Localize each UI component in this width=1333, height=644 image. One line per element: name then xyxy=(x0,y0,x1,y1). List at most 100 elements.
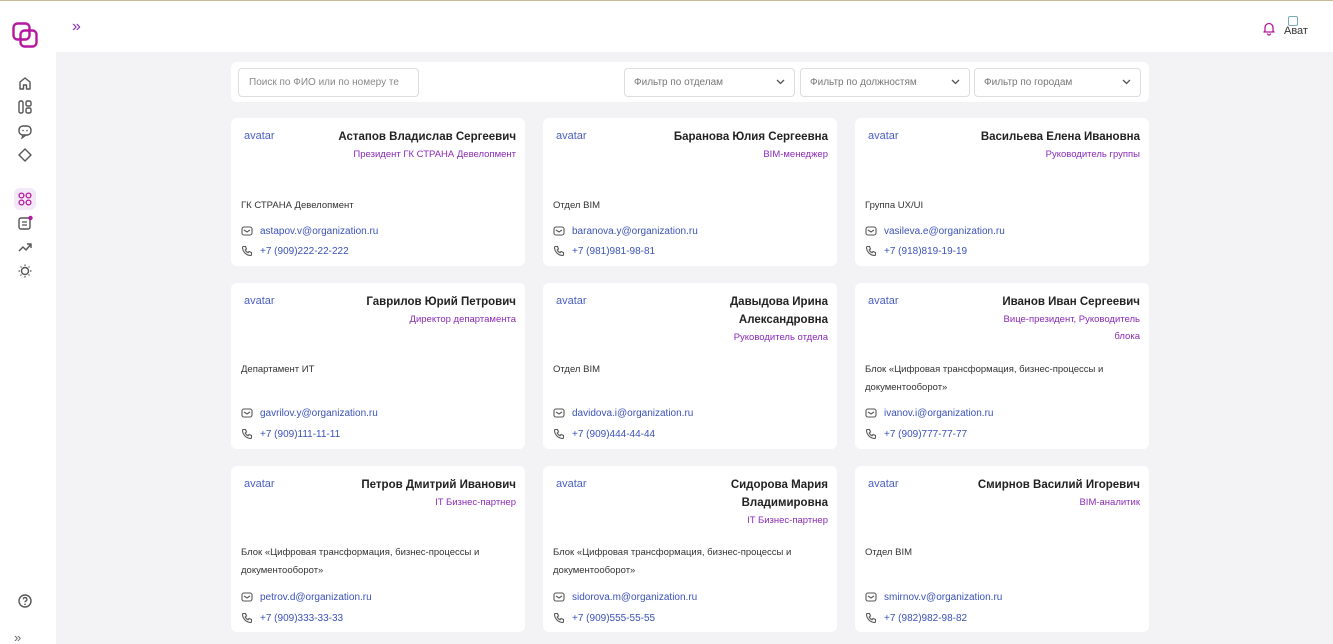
employee-position: BIM-аналитик xyxy=(940,494,1140,511)
employee-name[interactable]: Васильева Елена Ивановна xyxy=(940,128,1140,146)
employee-card[interactable]: avatar Сидорова Мария Владимировна IT Бизне… xyxy=(543,466,837,632)
employee-name-line: Владимировна xyxy=(741,497,828,509)
employee-name-line: Иванов Иван Сергеевич xyxy=(1002,296,1140,308)
chevron-down-icon xyxy=(1122,79,1131,85)
employee-card[interactable]: avatar Иванов Иван Сергеевич Вице-президен… xyxy=(855,283,1149,449)
position-filter-select[interactable]: Фильтр по должностям xyxy=(800,68,970,97)
help-button[interactable] xyxy=(14,590,36,612)
employee-card[interactable]: avatar Гаврилов Юрий Петрович Директор деп… xyxy=(231,283,525,449)
employee-name[interactable]: Петров Дмитрий Иванович xyxy=(316,476,516,494)
employee-position-line: BIM-менеджер xyxy=(763,149,828,160)
sidebar-item-documents[interactable] xyxy=(14,212,36,234)
logo-icon[interactable] xyxy=(12,22,38,48)
phone-icon xyxy=(553,428,565,440)
notifications-icon[interactable] xyxy=(1261,20,1277,36)
grid-icon xyxy=(18,192,32,206)
employee-department-line: Департамент ИТ xyxy=(241,364,315,375)
employee-department-line: Блок «Цифровая трансформация, бизнес-про… xyxy=(241,547,480,558)
sidebar-item-employees[interactable] xyxy=(14,188,36,210)
search-input[interactable] xyxy=(238,68,419,97)
phone-icon xyxy=(553,245,565,257)
employee-phone[interactable]: +7 (909)222-22-222 xyxy=(241,244,349,258)
employee-phone[interactable]: +7 (909)444-44-44 xyxy=(553,427,655,441)
employee-card[interactable]: avatar Смирнов Василий Игоревич BIM-аналит… xyxy=(855,466,1149,632)
employee-email[interactable]: gavrilov.y@organization.ru xyxy=(241,406,378,420)
sidebar-item-trends[interactable] xyxy=(14,236,36,258)
employee-position: BIM-менеджер xyxy=(628,146,828,163)
employee-name[interactable]: Давыдова Ирина Александровна xyxy=(628,293,828,329)
employee-phone-text: +7 (909)222-22-222 xyxy=(260,245,349,257)
avatar: avatar xyxy=(868,478,899,490)
email-icon xyxy=(865,408,877,418)
employee-name[interactable]: Смирнов Василий Игоревич xyxy=(940,476,1140,494)
sidebar-item-structure[interactable] xyxy=(14,96,36,118)
employee-email-text: sidorova.m@organization.ru xyxy=(572,591,698,603)
sidebar-item-ideas[interactable] xyxy=(14,260,36,282)
employee-card[interactable]: avatar Астапов Владислав Сергеевич Президе… xyxy=(231,118,525,266)
chevron-down-icon xyxy=(951,79,960,85)
employee-email[interactable]: ivanov.i@organization.ru xyxy=(865,406,993,420)
employee-department: Блок «Цифровая трансформация, бизнес-про… xyxy=(865,361,1145,397)
employee-card[interactable]: avatar Баранова Юлия Сергеевна BIM-менедже… xyxy=(543,118,837,266)
employee-department-line: ГК СТРАНА Девелопмент xyxy=(241,200,354,211)
employee-name[interactable]: Иванов Иван Сергеевич xyxy=(940,293,1140,311)
employee-email[interactable]: petrov.d@organization.ru xyxy=(241,590,372,604)
user-avatar-alt: Ават xyxy=(1284,25,1308,37)
employee-phone-text: +7 (982)982-98-82 xyxy=(884,612,968,624)
sidebar-item-home[interactable] xyxy=(14,72,36,94)
email-icon xyxy=(241,408,253,418)
employee-email-text: gavrilov.y@organization.ru xyxy=(260,407,378,419)
employee-card[interactable]: avatar Петров Дмитрий Иванович IT Бизнес-п… xyxy=(231,466,525,632)
city-filter-select[interactable]: Фильтр по городам xyxy=(974,68,1141,97)
employee-phone[interactable]: +7 (909)777-77-77 xyxy=(865,427,967,441)
employee-name-line: Давыдова Ирина xyxy=(729,296,828,308)
phone-icon xyxy=(241,428,253,440)
expand-sidebar-button[interactable]: » xyxy=(72,18,81,36)
employee-name-line: Гаврилов Юрий Петрович xyxy=(366,296,516,308)
employee-email[interactable]: davidova.i@organization.ru xyxy=(553,406,693,420)
employee-phone[interactable]: +7 (982)982-98-82 xyxy=(865,611,967,625)
employee-email[interactable]: vasileva.e@organization.ru xyxy=(865,224,1005,238)
department-filter-select[interactable]: Фильтр по отделам xyxy=(624,68,795,97)
user-avatar[interactable]: Ават xyxy=(1284,16,1324,44)
employee-department-line: Группа UX/UI xyxy=(865,200,924,211)
employee-name[interactable]: Гаврилов Юрий Петрович xyxy=(316,293,516,311)
employee-phone[interactable]: +7 (909)555-55-55 xyxy=(553,611,655,625)
employee-phone[interactable]: +7 (909)333-33-33 xyxy=(241,611,343,625)
employee-department: Отдел BIM xyxy=(553,361,833,379)
employee-position-line: Руководитель группы xyxy=(1045,149,1140,160)
employee-name-line: Смирнов Василий Игоревич xyxy=(977,479,1140,491)
topbar xyxy=(56,6,1333,52)
employee-phone[interactable]: +7 (918)819-19-19 xyxy=(865,244,967,258)
employee-email[interactable]: smirnov.v@organization.ru xyxy=(865,590,1002,604)
employee-phone[interactable]: +7 (981)981-98-81 xyxy=(553,244,655,258)
employee-phone[interactable]: +7 (909)111-11-11 xyxy=(241,427,340,441)
employee-name-line: Астапов Владислав Сергеевич xyxy=(338,131,516,143)
email-icon xyxy=(553,226,565,236)
employee-name[interactable]: Сидорова Мария Владимировна xyxy=(628,476,828,512)
employee-name[interactable]: Астапов Владислав Сергеевич xyxy=(316,128,516,146)
employee-name[interactable]: Баранова Юлия Сергеевна xyxy=(628,128,828,146)
employee-email-text: astapov.v@organization.ru xyxy=(260,225,379,237)
employee-name-line: Петров Дмитрий Иванович xyxy=(361,479,516,491)
employee-email[interactable]: baranova.y@organization.ru xyxy=(553,224,698,238)
employee-position-line: IT Бизнес-партнер xyxy=(747,515,828,526)
position-filter-label: Фильтр по должностям xyxy=(810,77,917,88)
employee-email[interactable]: astapov.v@organization.ru xyxy=(241,224,378,238)
employee-position: IT Бизнес-партнер xyxy=(316,494,516,511)
avatar: avatar xyxy=(868,130,899,142)
employee-email[interactable]: sidorova.m@organization.ru xyxy=(553,590,697,604)
help-icon xyxy=(18,594,32,608)
sidebar-item-chat[interactable] xyxy=(14,120,36,142)
employee-department: Отдел BIM xyxy=(865,544,1145,562)
employee-department-line: Отдел BIM xyxy=(553,200,601,211)
employee-position: Директор департамента xyxy=(316,311,516,328)
employee-card[interactable]: avatar Васильева Елена Ивановна Руководите… xyxy=(855,118,1149,266)
avatar: avatar xyxy=(556,130,587,142)
sidebar-item-tag[interactable] xyxy=(14,144,36,166)
employee-phone-text: +7 (909)333-33-33 xyxy=(260,612,344,624)
email-icon xyxy=(553,592,565,602)
phone-icon xyxy=(241,612,253,624)
employee-card[interactable]: avatar Давыдова Ирина Александровна Руковод… xyxy=(543,283,837,449)
sidebar-collapse-button[interactable]: » xyxy=(14,630,21,644)
